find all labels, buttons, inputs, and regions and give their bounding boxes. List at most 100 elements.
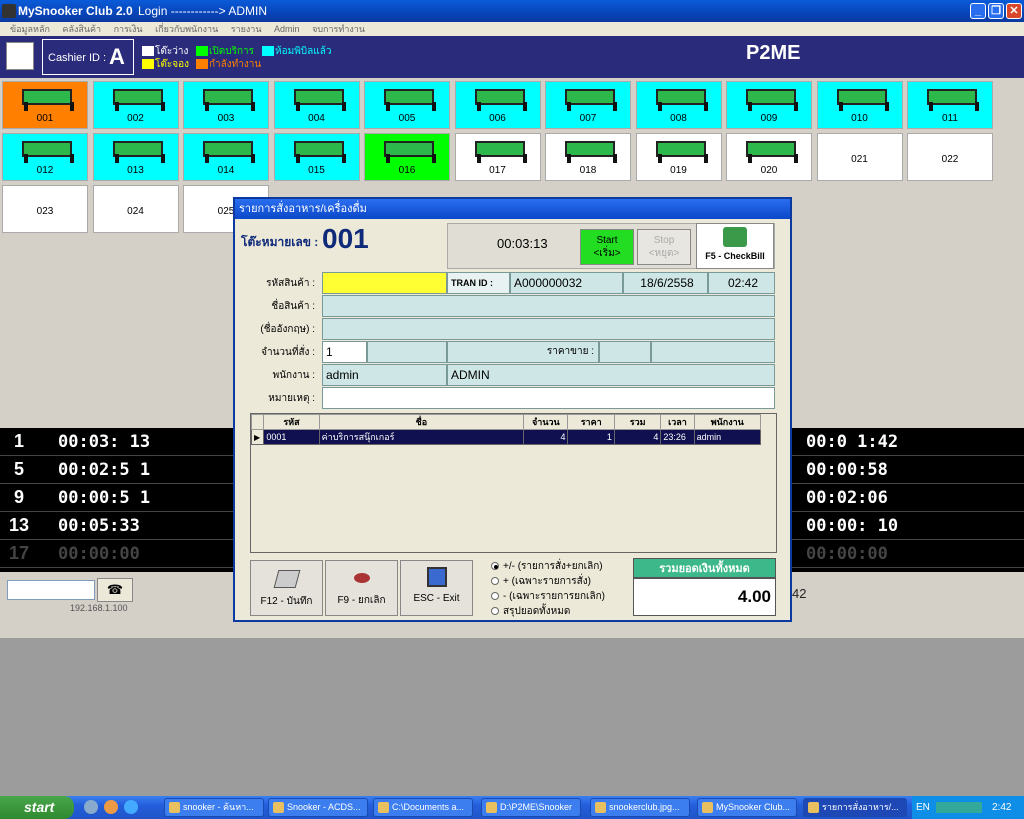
minimize-button[interactable]: _ bbox=[970, 3, 986, 19]
menu-item[interactable]: เกี่ยวกับพนักงาน bbox=[155, 24, 218, 34]
snooker-table-icon bbox=[18, 141, 74, 163]
table-tile-021[interactable]: 021 bbox=[816, 133, 903, 181]
start-button[interactable]: Start <เริ่ม> bbox=[580, 229, 634, 265]
grid-cell: 23:26 bbox=[660, 429, 695, 445]
legend-reserved: โต๊ะจอง bbox=[142, 57, 189, 72]
order-grid: รหัส ชื่อ จำนวน ราคา รวม เวลา พนักงาน ▶ … bbox=[250, 413, 777, 553]
product-name-input[interactable] bbox=[322, 295, 775, 317]
table-tile-017[interactable]: 017 bbox=[454, 133, 541, 181]
taskbar-item[interactable]: MySnooker Club... bbox=[697, 798, 797, 817]
snooker-table-icon bbox=[471, 141, 527, 163]
close-button[interactable]: ✕ bbox=[1006, 3, 1022, 19]
table-tile-019[interactable]: 019 bbox=[635, 133, 722, 181]
snooker-table-icon bbox=[742, 89, 798, 111]
taskbar-item[interactable]: snookerclub.jpg... bbox=[590, 798, 690, 817]
table-tile-010[interactable]: 010 bbox=[816, 81, 903, 129]
cashier-icon[interactable] bbox=[6, 42, 34, 70]
english-name-input[interactable] bbox=[322, 318, 775, 340]
total-value: 4.00 bbox=[633, 578, 776, 616]
start-button-os[interactable]: start bbox=[0, 796, 74, 819]
save-button[interactable]: F12 - บันทึก bbox=[250, 560, 323, 616]
cancel-button[interactable]: F9 - ยกเลิก bbox=[325, 560, 398, 616]
language-indicator[interactable]: EN bbox=[916, 796, 930, 819]
table-tile-011[interactable]: 011 bbox=[907, 81, 993, 129]
table-tile-number: 011 bbox=[942, 113, 958, 124]
table-tile-001[interactable]: 001 bbox=[2, 81, 88, 129]
legend-swatch bbox=[142, 46, 154, 57]
table-tile-006[interactable]: 006 bbox=[454, 81, 541, 129]
table-tile-023[interactable]: 023 bbox=[2, 185, 88, 233]
table-tile-005[interactable]: 005 bbox=[364, 81, 450, 129]
menu-item[interactable]: การเงิน bbox=[114, 24, 143, 34]
exit-button[interactable]: ESC - Exit bbox=[400, 560, 473, 616]
taskbar-item[interactable]: Snooker - ACDS... bbox=[268, 798, 368, 817]
grid-header: รหัส bbox=[263, 414, 320, 430]
staff-name: ADMIN bbox=[447, 364, 775, 386]
timer-right: 00:00:00 bbox=[806, 544, 888, 564]
menu-item[interactable]: รายงาน bbox=[231, 24, 262, 34]
note-input[interactable] bbox=[322, 387, 775, 409]
table-row[interactable]: ▶ 0001 ค่าบริการสนุ๊กเกอร์ 4 1 4 23:26 a… bbox=[250, 429, 762, 445]
table-tile-number: 019 bbox=[670, 165, 687, 176]
table-tile-number: 017 bbox=[489, 165, 506, 176]
table-tile-number: 002 bbox=[127, 113, 144, 124]
checkbill-button[interactable]: F5 - CheckBill bbox=[696, 223, 774, 269]
menu-item[interactable]: คลังสินค้า bbox=[62, 24, 101, 34]
table-tile-009[interactable]: 009 bbox=[726, 81, 812, 129]
filter-radio-cancels[interactable]: - (เฉพาะรายการยกเลิก) bbox=[491, 589, 605, 604]
snooker-table-icon bbox=[923, 89, 979, 111]
ie-icon[interactable] bbox=[124, 800, 138, 814]
timer-number: 1 bbox=[13, 431, 24, 451]
system-tray: EN 2:42 bbox=[912, 796, 1024, 819]
menu-item[interactable]: จบการทำงาน bbox=[312, 24, 365, 34]
table-tile-018[interactable]: 018 bbox=[545, 133, 631, 181]
table-tile-number: 007 bbox=[579, 113, 597, 124]
table-tile-004[interactable]: 004 bbox=[273, 81, 360, 129]
taskbar-item[interactable]: C:\Documents a... bbox=[373, 798, 473, 817]
grid-cell: admin bbox=[693, 429, 762, 445]
filter-radio-orders[interactable]: + (เฉพาะรายการสั่ง) bbox=[491, 574, 591, 589]
table-tile-number: 013 bbox=[127, 165, 144, 176]
taskbar-item[interactable]: snooker - ค้นหา... bbox=[164, 798, 264, 817]
browser-icon[interactable] bbox=[104, 800, 118, 814]
grid-cell: 1 bbox=[567, 429, 615, 445]
filter-radio-all[interactable]: +/- (รายการสั่ง+ยกเลิก) bbox=[491, 559, 603, 574]
table-tile-number: 020 bbox=[760, 165, 778, 176]
taskbar-item-active[interactable]: รายการสั่งอาหาร/... bbox=[803, 798, 907, 817]
table-tile-012[interactable]: 012 bbox=[2, 133, 88, 181]
snooker-table-icon bbox=[290, 141, 346, 163]
stop-button[interactable]: Stop <หยุด> bbox=[637, 229, 691, 265]
filter-radio-summary[interactable]: สรุปยอดทั้งหมด bbox=[491, 604, 570, 619]
table-tile-013[interactable]: 013 bbox=[92, 133, 179, 181]
product-code-input[interactable] bbox=[322, 272, 447, 294]
table-tile-007[interactable]: 007 bbox=[545, 81, 631, 129]
table-tile-015[interactable]: 015 bbox=[273, 133, 360, 181]
menu-item[interactable]: Admin bbox=[274, 24, 300, 34]
quicklaunch-icon[interactable] bbox=[84, 800, 98, 814]
snooker-table-icon bbox=[471, 89, 527, 111]
table-tile-003[interactable]: 003 bbox=[183, 81, 269, 129]
table-tile-016[interactable]: 016 bbox=[364, 133, 450, 181]
menu-item[interactable]: ข้อมูลหลัก bbox=[10, 24, 50, 34]
table-tile-002[interactable]: 002 bbox=[92, 81, 179, 129]
table-tile-number: 004 bbox=[308, 113, 325, 124]
table-tile-024[interactable]: 024 bbox=[92, 185, 179, 233]
lookup-button[interactable]: ☎ bbox=[97, 578, 133, 602]
grid-header: จำนวน bbox=[523, 414, 569, 430]
taskbar-item[interactable]: D:\P2ME\Snooker bbox=[481, 798, 581, 817]
table-tile-022[interactable]: 022 bbox=[907, 133, 993, 181]
price-input[interactable] bbox=[599, 341, 651, 363]
search-input[interactable] bbox=[7, 580, 95, 600]
legend-working: กำลังทำงาน bbox=[196, 57, 261, 72]
tray-icons[interactable] bbox=[936, 802, 982, 813]
table-tile-008[interactable]: 008 bbox=[635, 81, 722, 129]
table-tile-020[interactable]: 020 bbox=[726, 133, 812, 181]
cashier-box: Cashier ID : A bbox=[42, 39, 134, 75]
table-tile-number: 022 bbox=[941, 154, 959, 165]
radio-icon bbox=[491, 607, 499, 616]
table-tile-014[interactable]: 014 bbox=[183, 133, 269, 181]
maximize-button[interactable]: ❐ bbox=[988, 3, 1004, 19]
table-number: 001 bbox=[322, 223, 369, 254]
snooker-table-icon bbox=[199, 89, 255, 111]
qty-input[interactable]: 1 bbox=[322, 341, 367, 363]
